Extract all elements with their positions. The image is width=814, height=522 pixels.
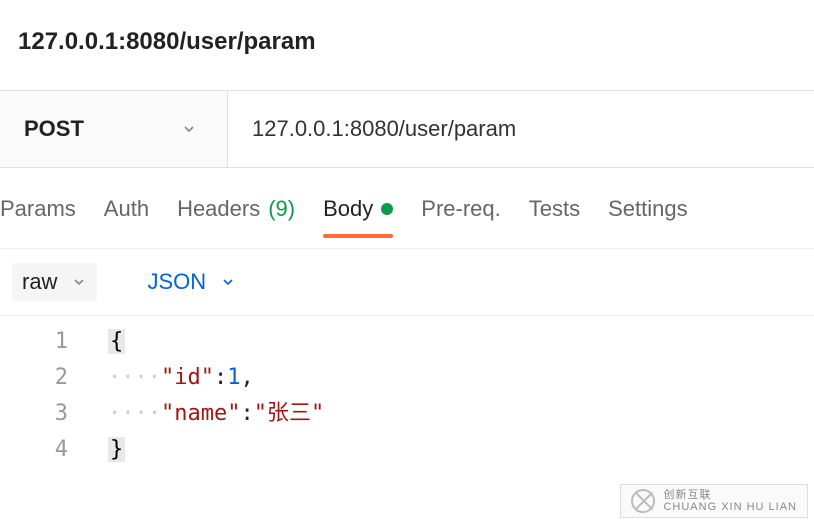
chevron-down-icon	[71, 274, 87, 290]
indent-dots: ····	[108, 401, 161, 426]
tab-prereq[interactable]: Pre-req.	[421, 196, 500, 236]
chevron-down-icon	[181, 121, 197, 137]
tab-settings[interactable]: Settings	[608, 196, 688, 236]
status-dot-icon	[381, 203, 393, 215]
tab-auth[interactable]: Auth	[104, 196, 149, 236]
body-type-label: raw	[22, 269, 57, 295]
line-number: 1	[0, 324, 68, 360]
watermark-logo-icon	[631, 489, 655, 513]
request-row: POST	[0, 90, 814, 168]
comma: ,	[240, 365, 253, 390]
request-title: 127.0.0.1:8080/user/param	[0, 0, 814, 90]
tabs-row: Params Auth Headers (9) Body Pre-req. Te…	[0, 168, 814, 249]
json-key: "id"	[161, 365, 214, 390]
json-editor[interactable]: 1 2 3 4 { ····"id":1, ····"name":"张三" }	[0, 316, 814, 468]
line-number: 4	[0, 432, 68, 468]
json-key: "name"	[161, 401, 240, 426]
tab-headers-count: (9)	[268, 196, 295, 222]
colon: :	[240, 401, 253, 426]
json-number: 1	[227, 365, 240, 390]
watermark-text: 创新互联 CHUANG XIN HU LIAN	[663, 489, 797, 513]
code-line: {	[108, 324, 814, 360]
brace: }	[108, 437, 125, 462]
body-format-select[interactable]: JSON	[137, 263, 246, 301]
colon: :	[214, 365, 227, 390]
brace: {	[108, 329, 125, 354]
json-string: "张三"	[254, 401, 325, 426]
body-subtabs: raw JSON	[0, 249, 814, 316]
tab-tests[interactable]: Tests	[529, 196, 580, 236]
watermark-line1: 创新互联	[663, 489, 797, 501]
tab-body[interactable]: Body	[323, 196, 393, 236]
tab-body-label: Body	[323, 196, 373, 222]
url-input[interactable]	[228, 91, 814, 167]
http-method-select[interactable]: POST	[0, 91, 228, 167]
line-number: 2	[0, 360, 68, 396]
code-line: }	[108, 432, 814, 468]
code-line: ····"id":1,	[108, 360, 814, 396]
body-type-select[interactable]: raw	[12, 263, 97, 301]
http-method-label: POST	[24, 116, 84, 142]
code-line: ····"name":"张三"	[108, 396, 814, 432]
tab-headers-label: Headers	[177, 196, 260, 222]
body-format-label: JSON	[147, 269, 206, 295]
editor-code[interactable]: { ····"id":1, ····"name":"张三" }	[108, 324, 814, 468]
tab-headers[interactable]: Headers (9)	[177, 196, 295, 236]
chevron-down-icon	[220, 274, 236, 290]
watermark-line2: CHUANG XIN HU LIAN	[663, 501, 797, 513]
line-number: 3	[0, 396, 68, 432]
watermark: 创新互联 CHUANG XIN HU LIAN	[620, 484, 808, 518]
editor-gutter: 1 2 3 4	[0, 324, 108, 468]
indent-dots: ····	[108, 365, 161, 390]
tab-params[interactable]: Params	[0, 196, 76, 236]
